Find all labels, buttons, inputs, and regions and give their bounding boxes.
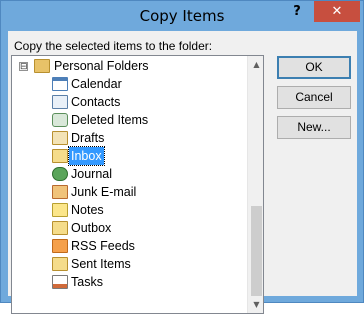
- collapse-icon[interactable]: ⊟: [19, 62, 28, 71]
- contacts-icon: [52, 95, 68, 109]
- tasks-icon: [52, 275, 68, 289]
- junk-email-icon: [52, 185, 68, 199]
- tree-root-label: Personal Folders: [54, 59, 149, 73]
- title-bar[interactable]: Copy Items ? ✕: [1, 1, 363, 31]
- vertical-scrollbar[interactable]: ▲ ▼: [247, 56, 263, 313]
- calendar-icon: [52, 77, 68, 91]
- cancel-button[interactable]: Cancel: [277, 86, 351, 109]
- tree-item-sent-items[interactable]: Sent Items: [12, 255, 246, 273]
- inbox-icon: [52, 149, 68, 163]
- drafts-icon: [52, 131, 68, 145]
- tree-item-label: Deleted Items: [71, 113, 149, 127]
- tree-item-label: Drafts: [71, 131, 105, 145]
- tree-item-label: RSS Feeds: [71, 239, 135, 253]
- outbox-icon: [52, 221, 68, 235]
- tree-item-outbox[interactable]: Outbox: [12, 219, 246, 237]
- tree-item-label: Outbox: [71, 221, 112, 235]
- notes-icon: [52, 203, 68, 217]
- tree-item-tasks[interactable]: Tasks: [12, 273, 246, 291]
- personal-folders-icon: [34, 59, 50, 73]
- copy-items-dialog: Copy Items ? ✕ Copy the selected items t…: [0, 0, 364, 314]
- tree-item-label: Junk E-mail: [71, 185, 137, 199]
- folder-tree[interactable]: ⊟ Personal Folders Calendar Contacts Delet…: [11, 55, 264, 314]
- tree-item-journal[interactable]: Journal: [12, 165, 246, 183]
- journal-icon: [52, 167, 68, 181]
- sent-items-icon: [52, 257, 68, 271]
- tree-item-inbox[interactable]: Inbox: [12, 146, 246, 166]
- scroll-thumb[interactable]: [251, 206, 262, 296]
- scroll-up-arrow-icon[interactable]: ▲: [248, 56, 263, 73]
- dialog-body: Copy the selected items to the folder: ⊟…: [8, 31, 357, 314]
- tree-item-label: Calendar: [71, 77, 122, 91]
- tree-item-rss-feeds[interactable]: RSS Feeds: [12, 237, 246, 255]
- tree-item-deleted-items[interactable]: Deleted Items: [12, 111, 246, 129]
- tree-item-drafts[interactable]: Drafts: [12, 129, 246, 147]
- new-folder-button[interactable]: New...: [277, 116, 351, 139]
- tree-item-junk-e-mail[interactable]: Junk E-mail: [12, 183, 246, 201]
- tree-item-label: Contacts: [71, 95, 121, 109]
- tree-item-label: Tasks: [71, 275, 103, 289]
- tree-item-label: Notes: [71, 203, 104, 217]
- tree-item-label: Inbox: [68, 146, 105, 166]
- tree-item-label: Journal: [71, 167, 112, 181]
- tree-item-calendar[interactable]: Calendar: [12, 75, 246, 93]
- close-button[interactable]: ✕: [314, 1, 360, 22]
- rss-feeds-icon: [52, 239, 68, 253]
- folder-prompt-label: Copy the selected items to the folder:: [14, 39, 213, 53]
- ok-button[interactable]: OK: [277, 56, 351, 79]
- scroll-down-arrow-icon[interactable]: ▼: [248, 296, 263, 313]
- tree-item-contacts[interactable]: Contacts: [12, 93, 246, 111]
- tree-root-personal-folders[interactable]: ⊟ Personal Folders: [12, 57, 246, 75]
- deleted-items-icon: [52, 113, 68, 127]
- tree-item-label: Sent Items: [71, 257, 131, 271]
- help-button[interactable]: ?: [284, 2, 310, 22]
- tree-item-notes[interactable]: Notes: [12, 201, 246, 219]
